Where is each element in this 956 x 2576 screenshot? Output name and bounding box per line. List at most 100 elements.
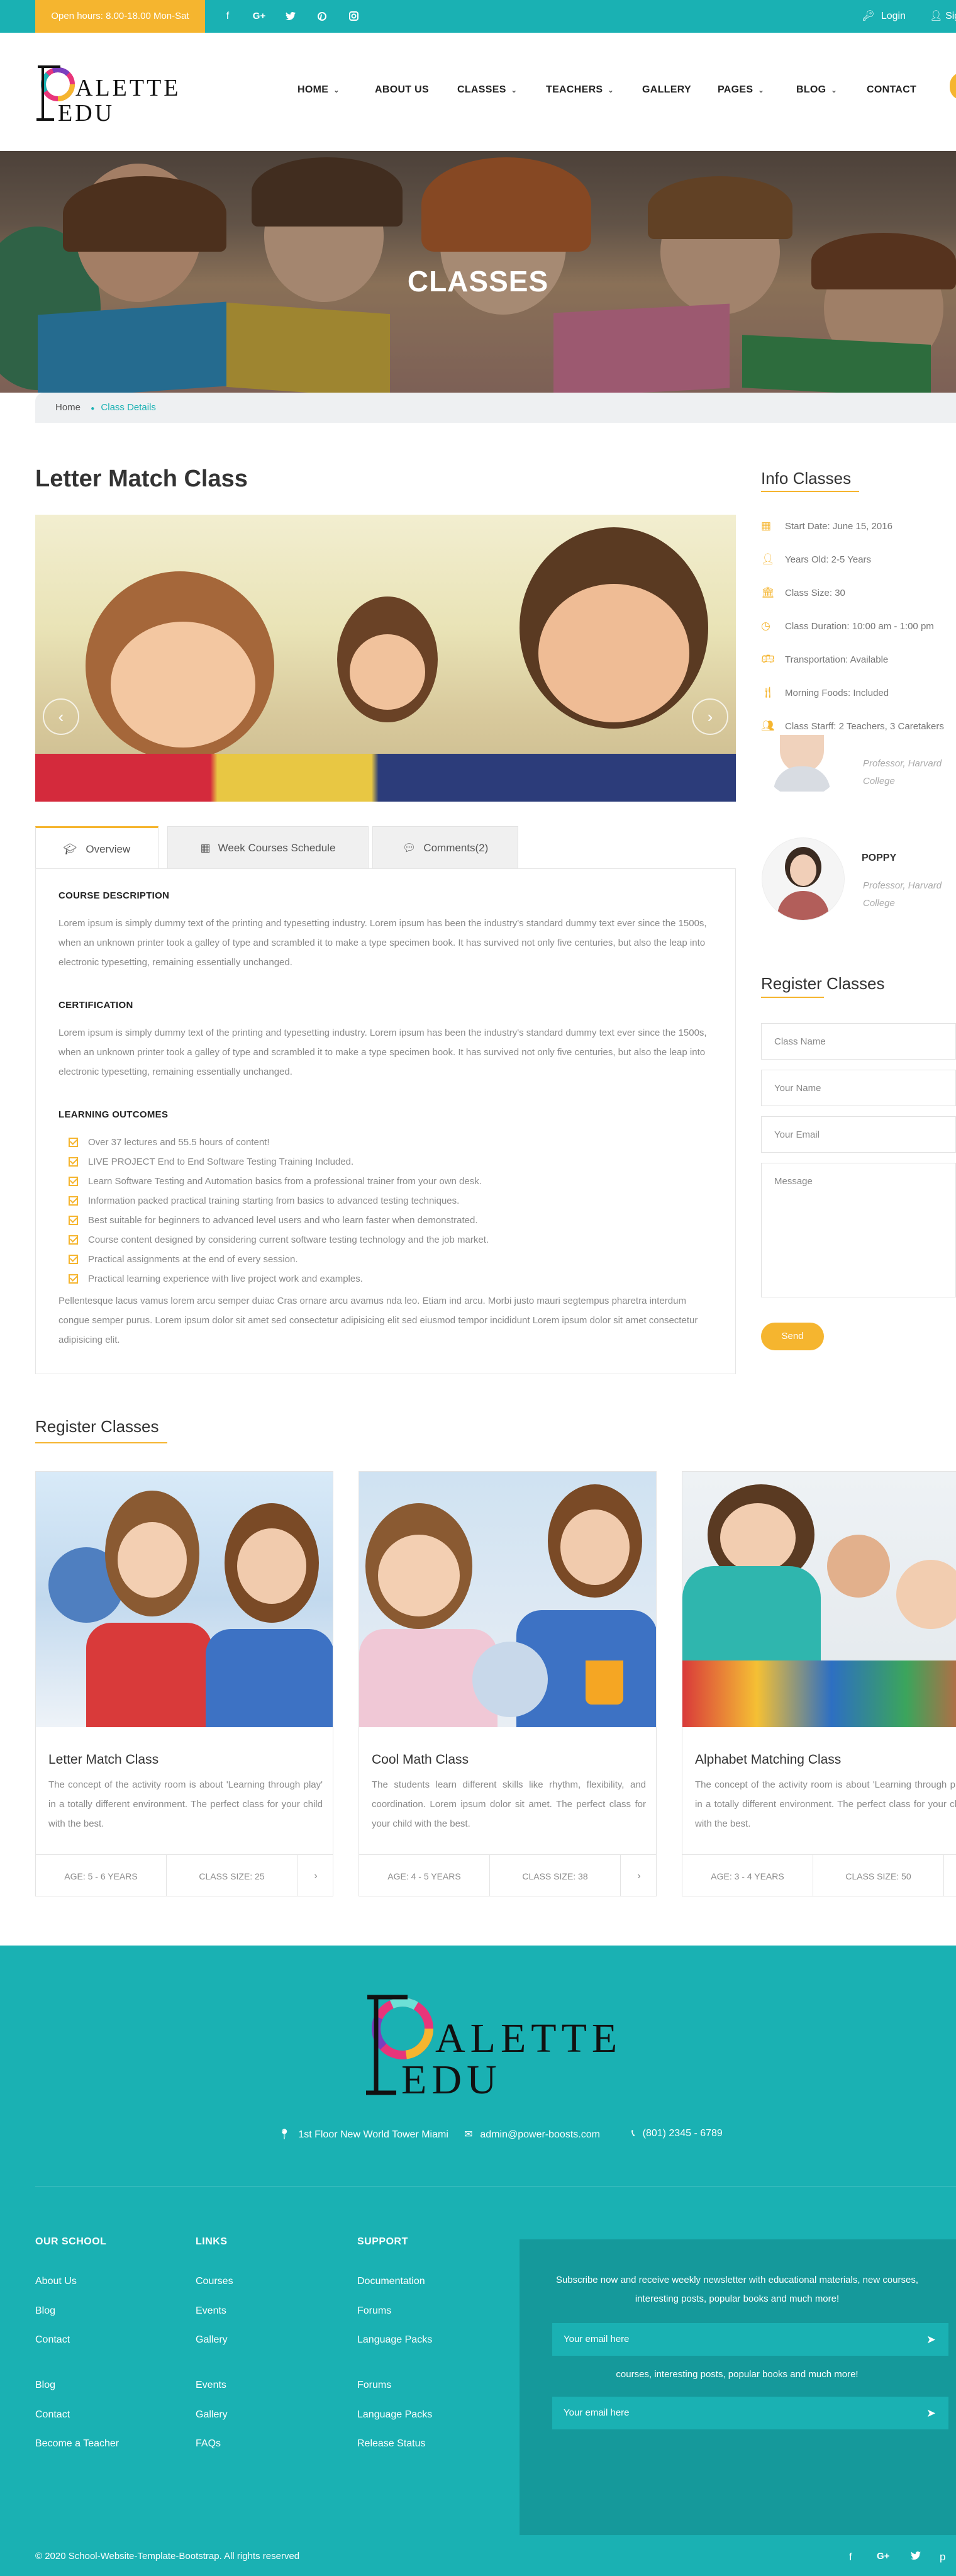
footer-link-documentation[interactable]: Documentation	[357, 2276, 425, 2287]
nav-pages[interactable]: PAGES ⌄	[718, 84, 764, 96]
slider-prev-button[interactable]: ‹	[43, 698, 79, 735]
class-card[interactable]: Letter Match Class The concept of the ac…	[35, 1471, 333, 1896]
nav-teachers[interactable]: TEACHERS ⌄	[546, 84, 614, 96]
users-icon: 👥︎	[761, 720, 775, 732]
footer-phone[interactable]: 📞︎ (801) 2345 - 6789	[631, 2128, 723, 2139]
login-icon: 🔑︎	[862, 11, 875, 21]
hero-banner: CLASSES	[0, 151, 956, 393]
teacher-avatar-poppy[interactable]	[762, 838, 844, 920]
outcome-text: Learn Software Testing and Automation ba…	[88, 1176, 482, 1187]
nav-gallery[interactable]: GALLERY	[642, 84, 691, 96]
login-link[interactable]: 🔑︎ Login	[862, 0, 906, 33]
footer-address-text: 1st Floor New World Tower Miami	[298, 2129, 448, 2140]
footer-link-release-status[interactable]: Release Status	[357, 2438, 426, 2450]
instagram-icon[interactable]	[342, 0, 365, 33]
breadcrumb-home[interactable]: Home	[55, 402, 81, 413]
class-card[interactable]: Alphabet Matching Class The concept of t…	[682, 1471, 956, 1896]
clock-icon: ◷	[761, 620, 770, 632]
footer-link-forums[interactable]: Forums	[357, 2305, 391, 2317]
newsletter-email-input[interactable]: Your email here ➤	[552, 2397, 948, 2429]
footer-link-forums[interactable]: Forums	[357, 2380, 391, 2391]
footer-link-contact[interactable]: Contact	[35, 2334, 70, 2346]
nav-about-label: ABOUT US	[375, 84, 429, 95]
info-class-size: 🏛︎ Class Size: 30	[761, 586, 845, 599]
message-field[interactable]: Message	[761, 1163, 956, 1297]
signup-link[interactable]: 👤︎ Sign Up	[930, 0, 956, 33]
footer-logo-subtext: EDU	[401, 2057, 502, 2103]
google-plus-icon[interactable]: G+	[877, 2551, 889, 2562]
chevron-down-icon: ⌄	[511, 87, 518, 94]
tab-overview[interactable]: 🎓︎ Overview	[35, 826, 158, 869]
your-name-field[interactable]: Your Name	[761, 1070, 956, 1106]
your-email-field[interactable]: Your Email	[761, 1116, 956, 1153]
footer-link-language-packs[interactable]: Language Packs	[357, 2409, 432, 2421]
footer-link-faqs[interactable]: FAQs	[196, 2438, 221, 2450]
send-icon[interactable]: ➤	[926, 2397, 936, 2429]
footer-link-events[interactable]: Events	[196, 2380, 226, 2391]
topbar: Open hours: 8.00-18.00 Mon-Sat f G+ 🔑︎ L…	[0, 0, 956, 33]
footer-link-become-teacher[interactable]: Become a Teacher	[35, 2438, 119, 2450]
bank-icon: 🏛︎	[761, 586, 775, 598]
checkbox-icon	[69, 1157, 78, 1167]
pinterest-icon[interactable]: p	[940, 2551, 945, 2563]
checkbox-icon	[69, 1274, 78, 1284]
footer-link-events[interactable]: Events	[196, 2305, 226, 2317]
bus-icon: 🚌︎	[761, 653, 775, 665]
newsletter-box: Subscribe now and receive weekly newslet…	[520, 2239, 956, 2535]
class-name-field[interactable]: Class Name	[761, 1023, 956, 1060]
footer-link-about[interactable]: About Us	[35, 2276, 77, 2287]
nav-about[interactable]: ABOUT US	[375, 84, 429, 96]
site-logo[interactable]: ALETTE EDU	[35, 63, 186, 126]
facebook-icon[interactable]: f	[216, 0, 239, 33]
cta-button[interactable]	[950, 72, 956, 100]
nav-blog[interactable]: BLOG ⌄	[796, 84, 837, 96]
nav-home[interactable]: HOME ⌄	[297, 84, 340, 96]
chevron-right-icon[interactable]: ›	[297, 1855, 333, 1896]
google-plus-icon[interactable]: G+	[248, 0, 270, 33]
nav-contact[interactable]: CONTACT	[867, 84, 916, 96]
pinterest-icon[interactable]	[311, 0, 333, 33]
login-label: Login	[881, 11, 906, 21]
footer-link-courses[interactable]: Courses	[196, 2276, 233, 2287]
class-card-title[interactable]: Alphabet Matching Class	[695, 1752, 841, 1767]
list-item: Practical learning experience with live …	[58, 1269, 713, 1289]
chevron-right-icon[interactable]: ›	[944, 1855, 956, 1896]
checkbox-icon	[69, 1177, 78, 1186]
cutlery-icon: 🍴︎	[761, 686, 775, 698]
footer-logo[interactable]: ALETTE EDU	[364, 1991, 659, 2104]
footer-link-language-packs[interactable]: Language Packs	[357, 2334, 432, 2346]
checkbox-icon	[69, 1216, 78, 1225]
twitter-icon[interactable]	[911, 2551, 921, 2563]
tab-week-schedule[interactable]: ▦ Week Courses Schedule	[167, 826, 369, 869]
footer-link-gallery[interactable]: Gallery	[196, 2334, 228, 2346]
footer-link-contact[interactable]: Contact	[35, 2409, 70, 2421]
footer-link-blog[interactable]: Blog	[35, 2380, 55, 2391]
footer-link-blog[interactable]: Blog	[35, 2305, 55, 2317]
chevron-right-icon[interactable]: ›	[621, 1855, 656, 1896]
send-button[interactable]: Send	[761, 1323, 824, 1350]
outcome-text: Practical learning experience with live …	[88, 1274, 363, 1284]
send-icon[interactable]: ➤	[926, 2323, 936, 2356]
envelope-icon: ✉	[464, 2129, 473, 2140]
nav-classes[interactable]: CLASSES ⌄	[457, 84, 517, 96]
checkbox-icon	[69, 1196, 78, 1206]
slider-next-button[interactable]: ›	[692, 698, 728, 735]
class-card-title[interactable]: Cool Math Class	[372, 1752, 469, 1767]
footer-link-gallery[interactable]: Gallery	[196, 2409, 228, 2421]
twitter-icon[interactable]	[279, 0, 302, 33]
class-card-title[interactable]: Letter Match Class	[48, 1752, 158, 1767]
newsletter-text-repeat: courses, interesting posts, popular book…	[616, 2369, 859, 2380]
newsletter-email-input[interactable]: Your email here ➤	[552, 2323, 948, 2356]
teacher-avatar[interactable]	[761, 735, 843, 798]
facebook-icon[interactable]: f	[849, 2551, 852, 2563]
tab-comments[interactable]: 💬︎ Comments(2)	[372, 826, 518, 869]
phone-icon: 📞︎	[631, 2128, 635, 2139]
header: ALETTE EDU HOME ⌄ ABOUT US CLASSES ⌄ TEACH…	[0, 33, 956, 151]
class-card[interactable]: Cool Math Class The students learn diffe…	[358, 1471, 657, 1896]
graduation-cap-icon: 🎓︎	[63, 843, 77, 855]
teacher-name[interactable]: POPPY	[862, 853, 896, 864]
list-item: Over 37 lectures and 55.5 hours of conte…	[58, 1133, 713, 1152]
outcomes-heading: LEARNING OUTCOMES	[58, 1109, 169, 1120]
class-card-footer: AGE: 3 - 4 YEARS CLASS SIZE: 50 ›	[682, 1854, 956, 1896]
footer-email[interactable]: ✉ admin@power-boosts.com	[464, 2128, 600, 2141]
